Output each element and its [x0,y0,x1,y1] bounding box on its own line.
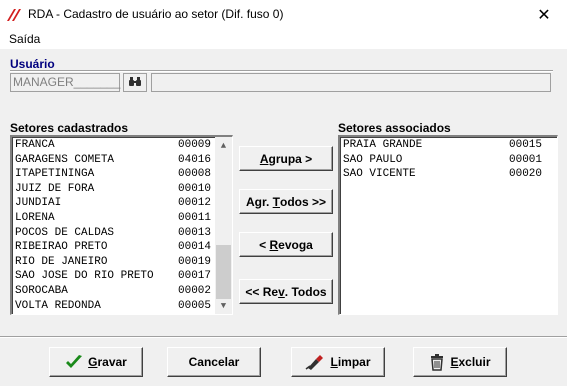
binoculars-icon [128,76,142,90]
setor-name: JUNDIAI [15,197,62,210]
setor-code: 00008 [178,168,212,181]
usuario-label: Usuário [10,57,55,71]
setor-code: 00012 [178,197,212,210]
setor-name: SAO JOSE DO RIO PRETO [15,270,154,283]
setor-name: SAO VICENTE [343,168,416,181]
trash-icon [429,353,445,371]
setor-code: 00001 [509,153,543,166]
setor-name: RIO DE JANEIRO [15,255,108,268]
list-item[interactable]: FRANCA 00009 [15,138,215,153]
agrupa-button[interactable]: Agrupa > [239,146,333,171]
setor-name: SAO PAULO [343,153,403,166]
usuario-separator [10,70,553,72]
setor-code: 00011 [178,211,212,224]
setor-name: POCOS DE CALDAS [15,226,115,239]
setor-name: FRANCA [15,139,55,151]
list-item[interactable]: PRAIA GRANDE 00015 [343,138,553,153]
checkmark-icon [65,354,83,370]
excluir-button[interactable]: Excluir [413,347,507,377]
scroll-up-icon[interactable]: ▲ [215,137,232,154]
list-item[interactable]: RIO DE JANEIRO 00019 [15,255,215,270]
dialog-window: RDA - Cadastro de usuário ao setor (Dif.… [0,0,567,386]
setores-associados-label: Setores associados [338,121,451,135]
list-item[interactable]: SAO VICENTE 00020 [343,167,553,182]
setor-code: 00017 [178,270,212,283]
agrupa-todos-button[interactable]: Agr. Todos >> [239,189,333,214]
limpar-button[interactable]: Limpar [291,347,385,377]
setor-code: 00020 [509,168,543,181]
setor-name: RIBEIRAO PRETO [15,241,108,254]
list-item[interactable]: LORENA 00011 [15,211,215,226]
list-item[interactable]: GARAGENS COMETA 04016 [15,153,215,168]
gravar-button[interactable]: Gravar [49,347,143,377]
setor-name: SOROCABA [15,284,68,297]
setor-code: 00005 [178,299,212,312]
setores-cadastrados-label: Setores cadastrados [10,121,129,135]
list-item[interactable]: POCOS DE CALDAS 00013 [15,226,215,241]
app-logo-icon [6,8,22,22]
setor-name: VOLTA REDONDA [15,299,101,312]
search-user-button[interactable] [123,73,147,92]
setor-code: 04016 [178,153,212,166]
setor-code: 00009 [178,139,212,151]
window-title: RDA - Cadastro de usuário ao setor (Dif.… [28,7,284,21]
list-item[interactable]: RIBEIRAO PRETO 00014 [15,240,215,255]
setor-code: 00015 [509,139,543,151]
eraser-brush-icon [305,354,325,370]
setores-associados-list[interactable]: PRAIA GRANDE 00015 SAO PAULO 00001 SAO VICEN… [338,135,558,315]
setor-code: 00002 [178,284,212,297]
setor-code: 00014 [178,241,212,254]
list-item[interactable]: SOROCABA 00002 [15,284,215,299]
list-item[interactable]: SAO JOSE DO RIO PRETO 00017 [15,269,215,284]
usuario-code-field[interactable]: MANAGER_______ [10,73,120,92]
scroll-down-icon[interactable]: ▼ [215,297,232,314]
menu-item-saida[interactable]: Saída [9,32,40,46]
revoga-button[interactable]: < Revoga [239,232,333,257]
list-item[interactable]: VOLTA REDONDA 00005 [15,299,215,314]
vertical-scrollbar[interactable]: ▲ ▼ [215,137,232,314]
setor-name: ITAPETININGA [15,168,95,181]
footer-separator [0,336,567,338]
setor-name: JUIZ DE FORA [15,182,95,195]
cancelar-button[interactable]: Cancelar [167,347,261,377]
setor-name: PRAIA GRANDE [343,139,423,151]
setor-code: 00013 [178,226,212,239]
setor-code: 00010 [178,182,212,195]
title-bar: RDA - Cadastro de usuário ao setor (Dif.… [0,0,567,30]
setor-name: LORENA [15,211,55,224]
usuario-name-field[interactable] [151,73,551,92]
list-item[interactable]: SAO PAULO 00001 [343,153,553,168]
setor-name: GARAGENS COMETA [15,153,115,166]
setor-code: 00019 [178,255,212,268]
revoga-todos-button[interactable]: << Re v. Todos [239,279,333,304]
setores-cadastrados-list[interactable]: FRANCA 00009 GARAGENS COMETA 04016 ITAPETINI… [10,135,233,315]
close-icon[interactable]: ✕ [521,0,567,30]
menu-bar: Saída [0,30,567,49]
list-item[interactable]: JUIZ DE FORA 00010 [15,182,215,197]
scroll-thumb[interactable] [216,245,231,299]
list-item[interactable]: ITAPETININGA 00008 [15,167,215,182]
list-item[interactable]: JUNDIAI 00012 [15,196,215,211]
